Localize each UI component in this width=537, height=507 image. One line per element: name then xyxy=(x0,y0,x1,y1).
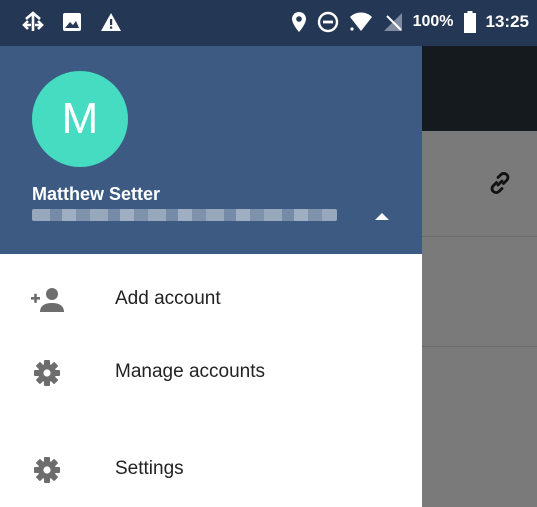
menu-item-settings[interactable]: Settings xyxy=(0,438,422,502)
status-time: 13:25 xyxy=(485,12,529,31)
link-icon xyxy=(490,172,510,194)
wifi-icon xyxy=(349,12,372,31)
battery-percent: 100% xyxy=(412,13,454,30)
do-not-disturb-icon xyxy=(317,11,338,33)
image-icon xyxy=(63,13,81,31)
menu-item-label: Settings xyxy=(115,458,184,479)
status-bar: 100% 13:25 xyxy=(0,0,537,46)
avatar[interactable]: M xyxy=(32,71,128,167)
account-email-blurred xyxy=(32,209,337,221)
navigation-drawer: M Matthew Setter Add account Manage acco… xyxy=(0,46,422,507)
warning-icon xyxy=(101,13,121,31)
account-switcher-arrow-up-icon[interactable] xyxy=(371,208,393,224)
no-signal-icon xyxy=(383,13,402,31)
background-toolbar xyxy=(422,46,537,131)
menu-item-label: Manage accounts xyxy=(115,361,265,382)
menu-item-add-account[interactable]: Add account xyxy=(0,268,422,332)
background-content xyxy=(422,131,537,507)
background-divider xyxy=(422,346,537,347)
menu-item-label: Add account xyxy=(115,288,221,309)
background-divider xyxy=(422,236,537,237)
background-app xyxy=(422,46,537,507)
gear-icon xyxy=(34,457,60,483)
gear-icon xyxy=(34,360,60,386)
location-icon xyxy=(291,12,306,32)
menu-item-manage-accounts[interactable]: Manage accounts xyxy=(0,341,422,405)
battery-icon xyxy=(463,11,476,33)
drawer-header: M Matthew Setter xyxy=(0,46,422,254)
account-name: Matthew Setter xyxy=(32,184,161,204)
add-person-icon xyxy=(31,288,64,312)
cast-icon xyxy=(22,11,44,31)
